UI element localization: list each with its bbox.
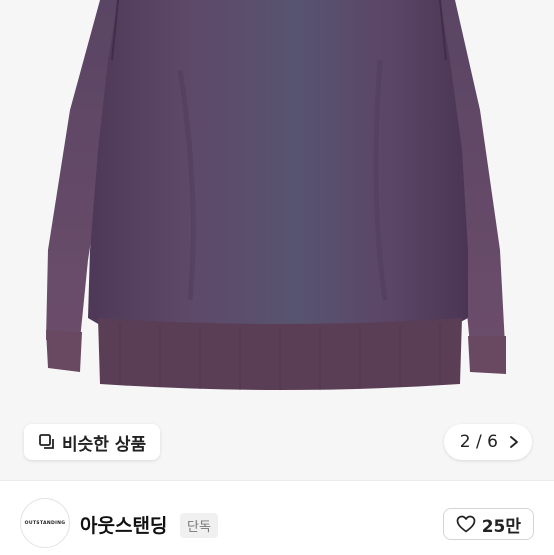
image-counter-button[interactable]: 2 / 6: [443, 424, 532, 460]
current-image-index: 2: [459, 432, 471, 452]
counter-separator: /: [476, 432, 482, 452]
store-logo-avatar[interactable]: OUTSTANDING: [20, 498, 70, 548]
similar-items-icon: [38, 433, 56, 451]
like-count: 25만: [481, 516, 521, 537]
like-button[interactable]: 25만: [442, 508, 534, 540]
image-counter: 2 / 6: [460, 432, 498, 452]
similar-items-label: 비슷한 상품: [62, 434, 147, 455]
store-info-bar: OUTSTANDING 아웃스탠딩 단독 25만: [0, 480, 554, 555]
sweatshirt-image: [46, 0, 506, 390]
chevron-right-icon: [508, 436, 520, 448]
exclusive-badge: 단독: [180, 513, 218, 538]
heart-outline-icon: [456, 515, 476, 533]
store-logo-text: OUTSTANDING: [24, 520, 66, 526]
store-name[interactable]: 아웃스탠딩: [80, 511, 167, 538]
product-photo[interactable]: 비슷한 상품 2 / 6: [0, 0, 554, 480]
total-images: 6: [487, 432, 498, 452]
similar-items-button[interactable]: 비슷한 상품: [24, 424, 161, 460]
